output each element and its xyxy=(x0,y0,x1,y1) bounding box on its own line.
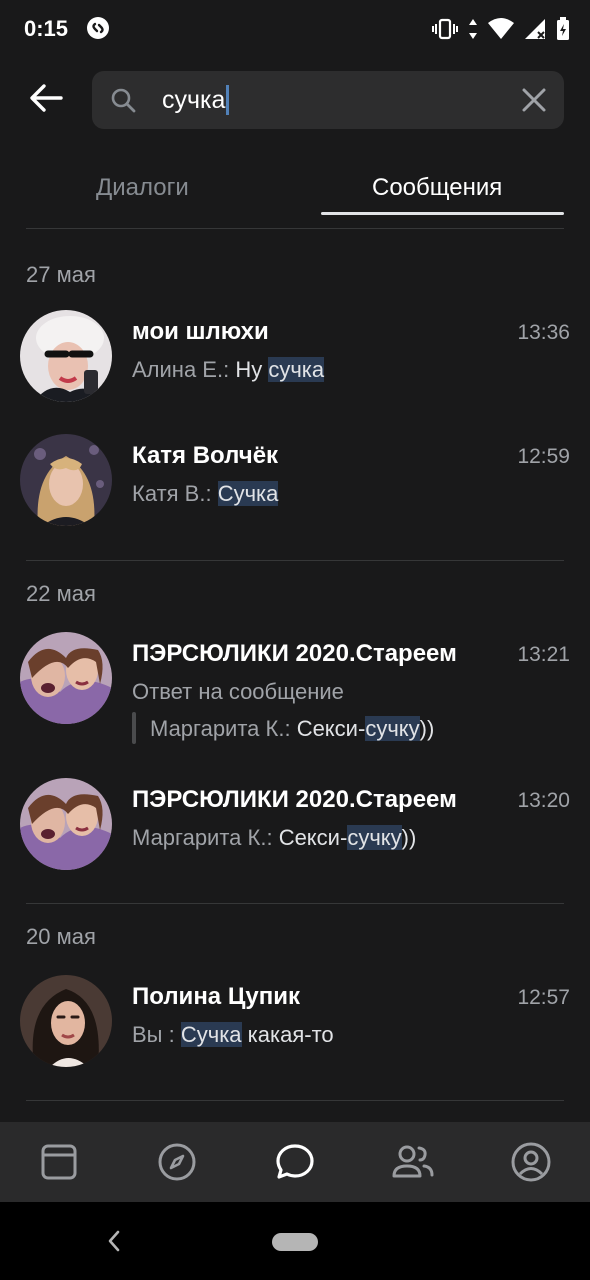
discover-icon[interactable] xyxy=(155,1140,199,1184)
newsfeed-icon[interactable] xyxy=(37,1140,81,1184)
search-icon xyxy=(110,87,136,118)
arrow-left-icon xyxy=(29,83,63,118)
chat-title: мои шлюхи xyxy=(132,318,269,345)
avatar xyxy=(20,310,112,402)
back-button[interactable] xyxy=(22,80,70,120)
tab-dialogs[interactable]: Диалоги xyxy=(96,174,189,202)
status-bar: 0:15 xyxy=(0,0,590,58)
message-preview: Маргарита К.: Секси-сучку)) xyxy=(132,825,416,851)
quoted-message: Маргарита К.: Секси-сучку)) xyxy=(150,716,434,742)
reply-label: Ответ на сообщение xyxy=(132,679,344,704)
vibrate-icon xyxy=(432,17,458,41)
avatar xyxy=(20,632,112,724)
sender-name: Вы : xyxy=(132,1022,175,1047)
search-match: Сучка xyxy=(180,1022,242,1047)
sender-name: Катя В.: xyxy=(132,481,212,506)
system-back-button[interactable] xyxy=(106,1228,122,1259)
search-match: Сучка xyxy=(217,481,279,506)
tabs: Диалоги Сообщения xyxy=(0,160,590,230)
divider xyxy=(26,1100,564,1101)
message-time: 13:20 xyxy=(517,789,570,812)
section-date: 27 мая xyxy=(26,262,96,287)
chat-title: ПЭРСЮЛИКИ 2020.Стареем xyxy=(132,786,457,813)
tab-messages[interactable]: Сообщения xyxy=(372,174,502,202)
message-time: 12:57 xyxy=(517,986,570,1009)
data-arrows-icon xyxy=(468,17,478,41)
section-date: 20 мая xyxy=(26,924,96,949)
message-text-suffix: )) xyxy=(419,716,435,741)
message-result[interactable]: ПЭРСЮЛИКИ 2020.Стареем 13:21 Ответ на со… xyxy=(0,630,590,750)
avatar xyxy=(20,434,112,526)
message-time: 13:21 xyxy=(517,643,570,666)
text-caret xyxy=(226,85,230,115)
status-time: 0:15 xyxy=(24,16,69,41)
bottom-nav xyxy=(0,1122,590,1202)
search-input[interactable]: сучка xyxy=(162,85,230,115)
divider xyxy=(26,228,564,229)
divider xyxy=(26,903,564,904)
search-query: сучка xyxy=(162,85,226,114)
system-home-button[interactable] xyxy=(272,1233,318,1251)
battery-icon xyxy=(556,17,570,41)
message-result[interactable]: ПЭРСЮЛИКИ 2020.Стареем 13:20 Маргарита К… xyxy=(0,778,590,878)
close-icon xyxy=(522,88,546,112)
search-match: сучку xyxy=(365,716,420,741)
friends-icon[interactable] xyxy=(391,1140,435,1184)
message-result[interactable]: Полина Цупик 12:57 Вы : Сучка какая-то xyxy=(0,975,590,1075)
avatar xyxy=(20,778,112,870)
message-text-suffix: )) xyxy=(401,825,417,850)
chat-title: Катя Волчёк xyxy=(132,442,279,469)
clear-button[interactable] xyxy=(520,86,548,114)
search-match: сучка xyxy=(268,357,325,382)
message-time: 13:36 xyxy=(517,321,570,344)
wifi-icon xyxy=(488,18,514,40)
message-time: 12:59 xyxy=(517,445,570,468)
message-preview: Вы : Сучка какая-то xyxy=(132,1022,334,1048)
message-text: Секси- xyxy=(296,716,366,741)
sender-name: Маргарита К.: xyxy=(150,716,291,741)
profile-icon[interactable] xyxy=(509,1140,553,1184)
message-result[interactable]: Катя Волчёк 12:59 Катя В.: Сучка xyxy=(0,434,590,534)
message-preview: Алина Е.: Ну сучка xyxy=(132,357,325,383)
sender-name: Алина Е.: xyxy=(132,357,230,382)
signal-icon xyxy=(524,18,546,40)
section-date: 22 мая xyxy=(26,581,96,606)
message-preview: Катя В.: Сучка xyxy=(132,481,279,507)
active-tab-indicator xyxy=(321,212,564,215)
quote-bar xyxy=(132,712,136,744)
message-result[interactable]: мои шлюхи 13:36 Алина Е.: Ну сучка xyxy=(0,310,590,410)
messages-icon[interactable] xyxy=(273,1140,317,1184)
message-text-suffix: какая-то xyxy=(241,1022,334,1047)
search-box[interactable]: сучка xyxy=(92,71,564,129)
system-nav-bar xyxy=(0,1202,590,1280)
chat-title: ПЭРСЮЛИКИ 2020.Стареем xyxy=(132,640,457,667)
message-text: Секси- xyxy=(278,825,348,850)
sender-name: Маргарита К.: xyxy=(132,825,273,850)
message-text: Ну xyxy=(235,357,269,382)
divider xyxy=(26,560,564,561)
shazam-icon xyxy=(86,16,110,40)
chat-title: Полина Цупик xyxy=(132,983,300,1010)
search-match: сучку xyxy=(347,825,402,850)
avatar xyxy=(20,975,112,1067)
